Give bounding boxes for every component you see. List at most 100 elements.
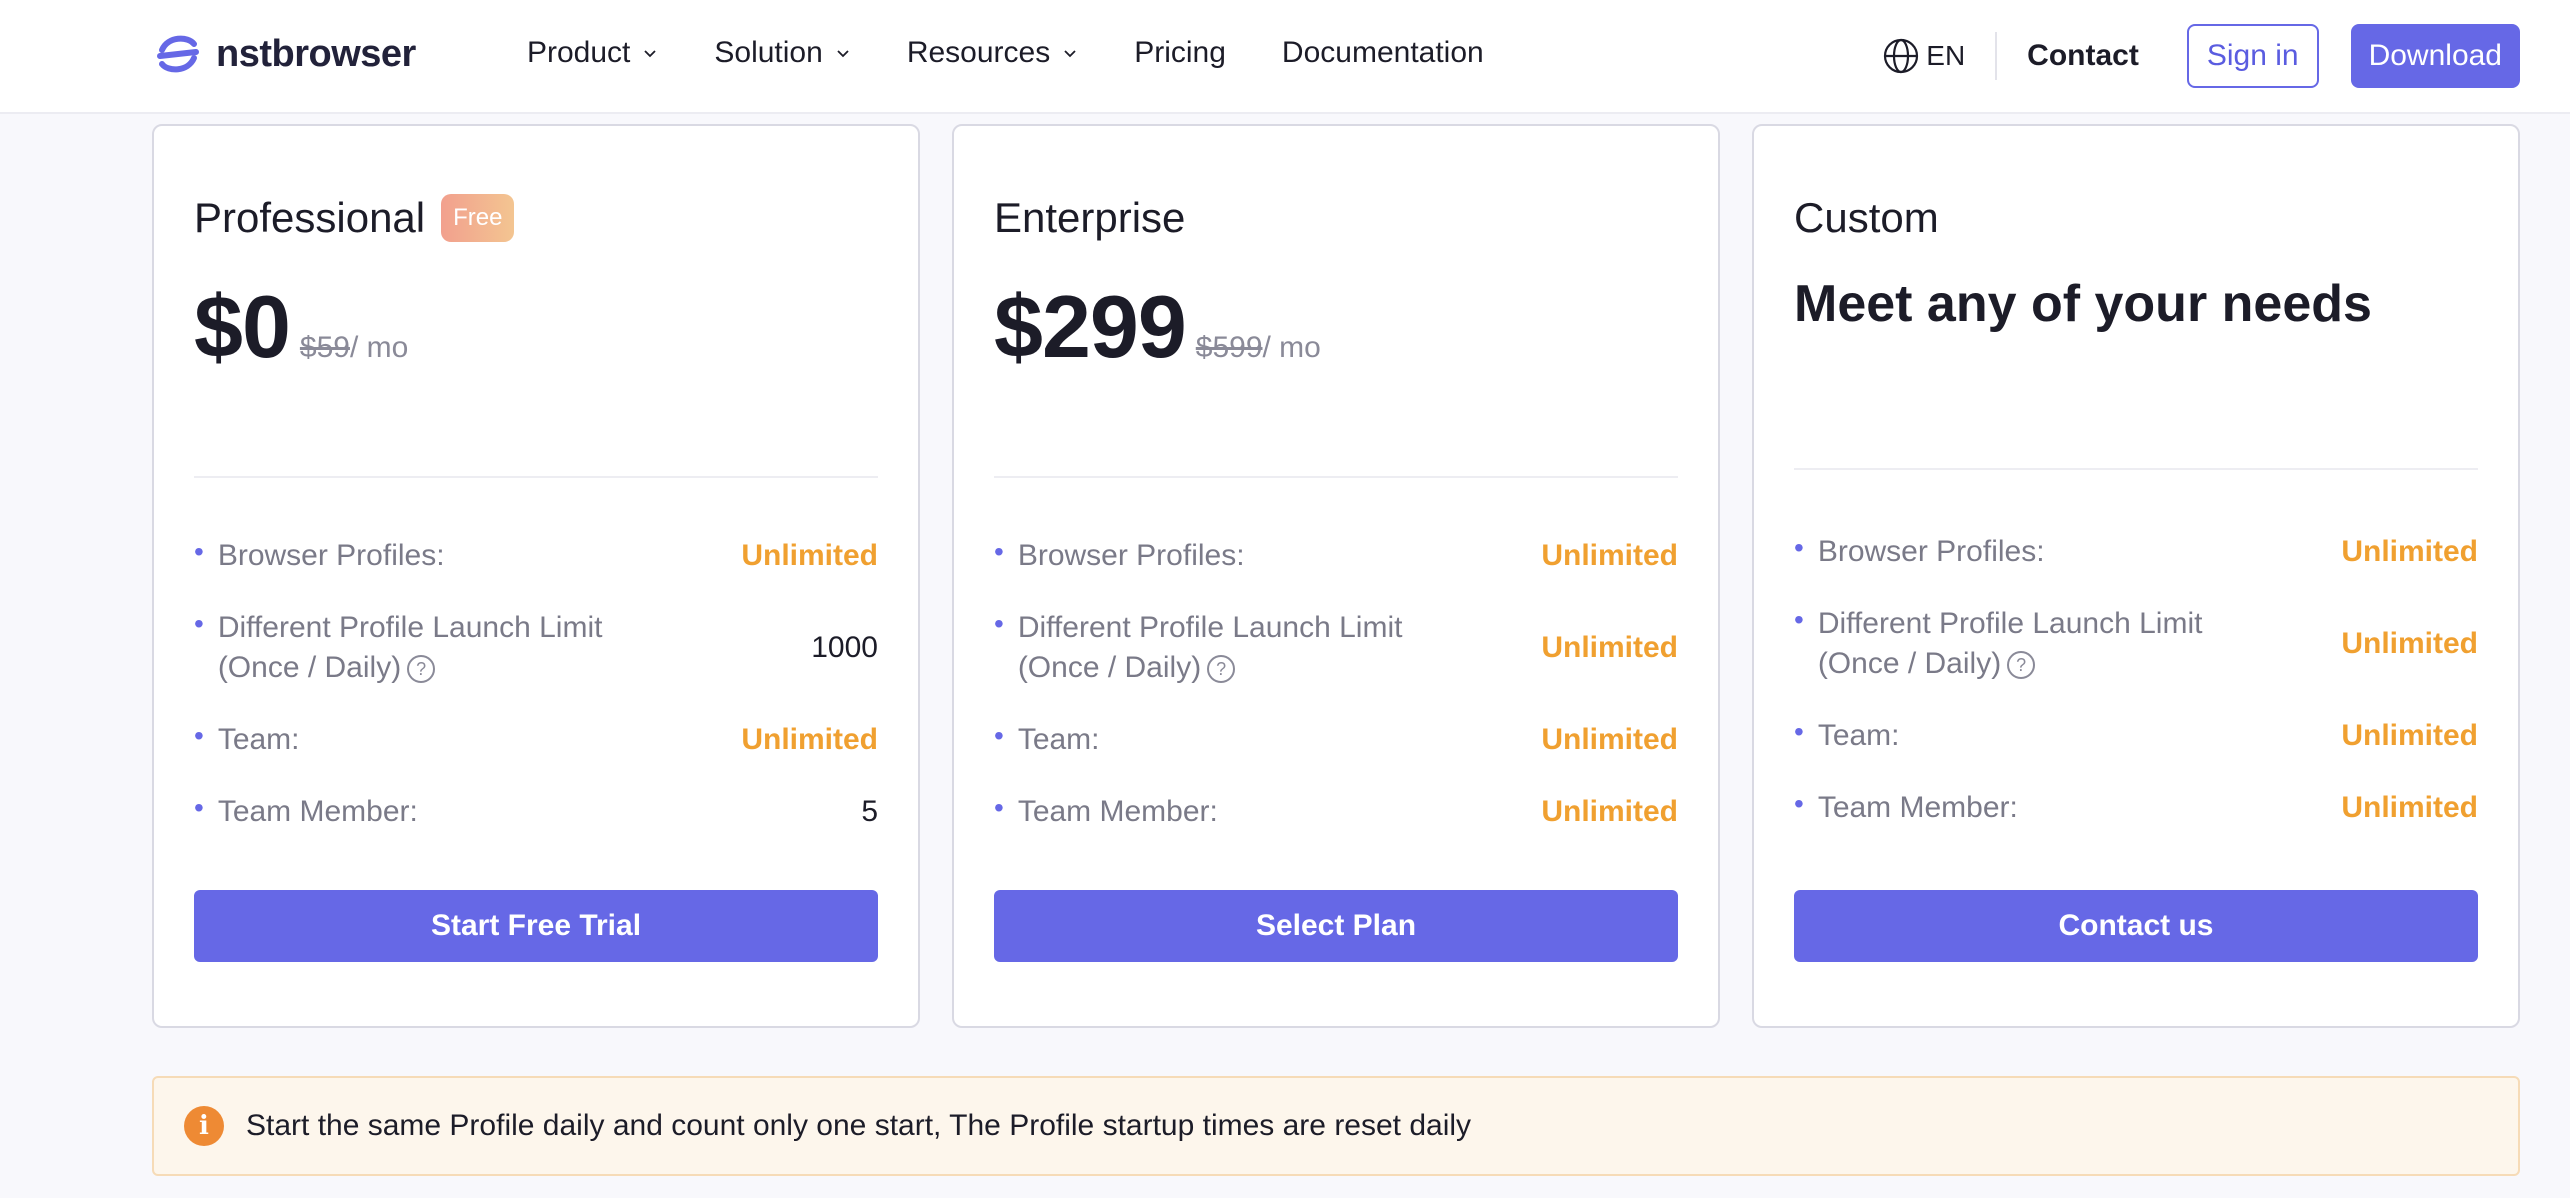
header-divider (1995, 32, 1998, 80)
bullet: • (1794, 532, 1804, 563)
brand-name: nstbrowser (216, 32, 416, 75)
feature-item: • Browser Profiles: Unlimited (994, 536, 1678, 576)
main-nav: Product Solution Resources Pricing Docum… (527, 36, 1540, 70)
feature-item: • Team: Unlimited (194, 720, 878, 760)
download-button[interactable]: Download (2350, 24, 2520, 88)
header-actions: EN Contact Sign in Download (1882, 24, 2520, 88)
feature-label: Team: (1017, 723, 1100, 756)
brand-logo[interactable]: nstbrowser (154, 30, 416, 78)
free-badge: Free (441, 194, 515, 242)
bullet: • (994, 720, 1004, 751)
nav-label: Pricing (1134, 36, 1226, 69)
plan-card-enterprise: Enterprise $299 $599 / mo • Browser Profi… (952, 124, 1720, 1028)
bullet: • (194, 536, 204, 567)
feature-value: Unlimited (1541, 539, 1678, 572)
bullet: • (194, 720, 204, 751)
nav-documentation[interactable]: Documentation (1282, 36, 1484, 70)
feature-item: • Different Profile Launch Limit (Once / … (994, 608, 1678, 688)
feature-value: 5 (861, 795, 878, 828)
feature-value: 1000 (811, 631, 878, 664)
sign-in-button[interactable]: Sign in (2186, 24, 2319, 88)
plan-name: Custom (1794, 194, 1939, 241)
feature-value: Unlimited (2341, 791, 2478, 824)
nav-product[interactable]: Product (527, 36, 658, 70)
feature-item: • Different Profile Launch Limit (Once / … (194, 608, 878, 688)
feature-label: Team Member: (1817, 791, 2018, 824)
chevron-down-icon (644, 50, 657, 58)
nav-resources[interactable]: Resources (907, 36, 1078, 70)
notice-text: Start the same Profile daily and count o… (246, 1109, 1472, 1142)
feature-label: Browser Profiles: (1817, 535, 2045, 568)
bullet: • (994, 792, 1004, 823)
billing-period: / mo (349, 331, 409, 364)
feature-item: • Team: Unlimited (1794, 716, 2478, 756)
card-divider (1794, 468, 2478, 470)
feature-item: • Team Member: Unlimited (994, 792, 1678, 832)
plan-header: Enterprise (994, 194, 1185, 242)
feature-value: Unlimited (2341, 627, 2478, 660)
feature-item: • Browser Profiles: Unlimited (1794, 532, 2478, 572)
price-row: $0 $59 / mo (194, 276, 408, 378)
original-price: $59 (299, 331, 350, 364)
feature-item: • Team Member: 5 (194, 792, 878, 832)
nstbrowser-logo-icon (157, 35, 199, 73)
feature-value: Unlimited (1541, 631, 1678, 664)
feature-item: • Team Member: Unlimited (1794, 788, 2478, 828)
chevron-down-icon (837, 50, 849, 58)
plan-card-custom: Custom Meet any of your needs • Browser P… (1752, 124, 2520, 1028)
start-free-trial-button[interactable]: Start Free Trial (194, 890, 878, 962)
feature-value: Unlimited (1541, 795, 1678, 828)
billing-period: / mo (1262, 331, 1321, 364)
feature-label: Browser Profiles: (217, 539, 445, 572)
bullet: • (194, 792, 204, 823)
language-label: EN (1926, 40, 1966, 71)
feature-item: • Browser Profiles: Unlimited (194, 536, 878, 576)
contact-link[interactable]: Contact (2027, 39, 2139, 73)
feature-item: • Different Profile Launch Limit (Once / … (1794, 604, 2478, 684)
nav-pricing[interactable]: Pricing (1134, 36, 1226, 70)
feature-value: Unlimited (741, 723, 878, 756)
info-icon: i (184, 1106, 224, 1146)
help-icon[interactable]: ? (1207, 655, 1236, 684)
help-icon[interactable]: ? (2007, 651, 2036, 680)
launch-limit-notice: i Start the same Profile daily and count… (152, 1076, 2520, 1176)
custom-plan-headline: Meet any of your needs (1794, 275, 2372, 333)
plan-price: $0 (194, 277, 291, 376)
feature-value: Unlimited (2341, 719, 2478, 752)
nav-label: Product (527, 36, 631, 69)
feature-label: Team Member: (217, 795, 418, 828)
card-divider (994, 476, 1678, 478)
feature-value: Unlimited (2341, 535, 2478, 568)
chevron-down-icon (1064, 50, 1076, 58)
feature-value: Unlimited (741, 539, 878, 572)
bullet: • (1794, 788, 1804, 819)
globe-icon (1884, 38, 1919, 74)
plan-name: Enterprise (994, 194, 1186, 241)
original-price: $599 (1195, 331, 1263, 364)
bullet: • (994, 536, 1004, 567)
card-divider (194, 476, 878, 478)
feature-item: • Team: Unlimited (994, 720, 1678, 760)
feature-value: Unlimited (1541, 723, 1678, 756)
bullet: • (1794, 604, 1804, 635)
nav-label: Documentation (1281, 36, 1484, 69)
feature-label: Team: (1817, 719, 1900, 752)
contact-us-button[interactable]: Contact us (1794, 890, 2478, 962)
feature-label: Team: (217, 723, 300, 756)
help-icon[interactable]: ? (407, 655, 436, 684)
language-switcher[interactable]: EN (1882, 37, 1965, 75)
bullet: • (1794, 716, 1804, 747)
plan-header: Professional Free (194, 194, 515, 242)
bullet: • (994, 608, 1004, 639)
plan-price: $299 (994, 277, 1187, 376)
bullet: • (194, 608, 204, 639)
plan-header: Custom (1794, 194, 1939, 242)
feature-label: Team Member: (1017, 795, 1218, 828)
feature-label: Browser Profiles: (1017, 539, 1245, 572)
nav-label: Resources (906, 36, 1051, 69)
nav-label: Solution (714, 36, 823, 69)
select-plan-button[interactable]: Select Plan (994, 890, 1678, 962)
price-row: $299 $599 / mo (994, 276, 1321, 378)
plan-name: Professional (194, 194, 426, 241)
nav-solution[interactable]: Solution (714, 36, 850, 70)
